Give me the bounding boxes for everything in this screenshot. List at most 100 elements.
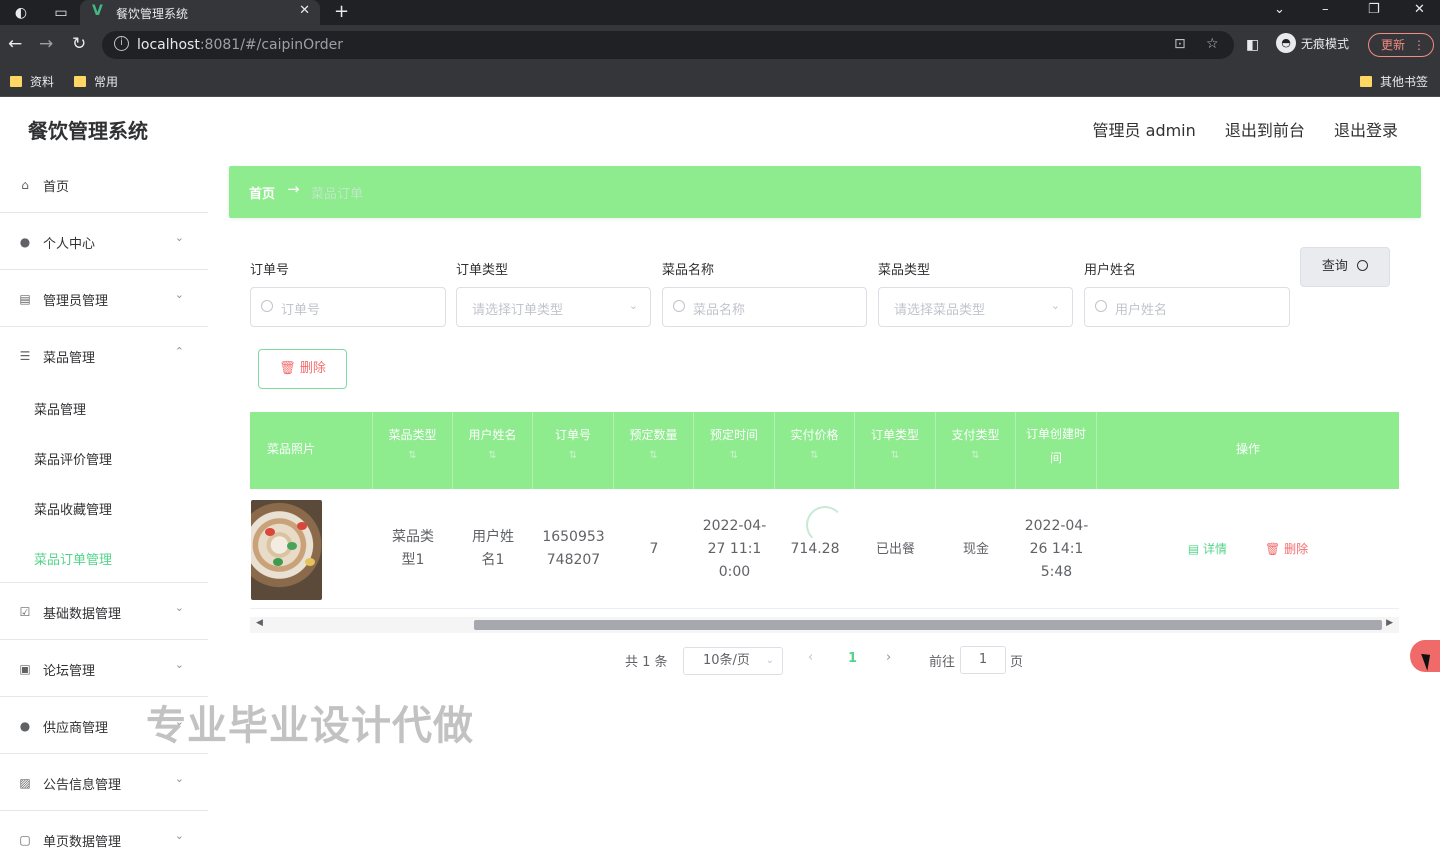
page-size-select[interactable]: 10条/页 ⌄ (683, 647, 783, 675)
sidebar-subitem-dish-manage[interactable]: 菜品管理 (0, 383, 208, 433)
dish-name-label: 菜品名称 (662, 263, 715, 278)
tab-title: 餐饮管理系统 (116, 7, 189, 21)
breadcrumb-current: 菜品订单 (311, 187, 364, 202)
cell-order-no: 1650953748207 (542, 529, 605, 568)
column-header[interactable]: 菜品类型 ⇅ (373, 412, 453, 489)
detail-link[interactable]: ▤ 详情 (1188, 538, 1227, 561)
folder-icon (74, 76, 86, 87)
cell-reserve-time: 2022-04-27 11:10:00 (702, 517, 767, 580)
sidebar-item-forum[interactable]: ▣ 论坛管理 ⌄ (0, 640, 208, 697)
sidebar-subitem-dish-review[interactable]: 菜品评价管理 (0, 433, 208, 483)
scroll-left-icon[interactable]: ◀ (256, 618, 263, 628)
logout-link[interactable]: 退出登录 (1334, 121, 1398, 140)
table-horizontal-scrollbar[interactable]: ◀ ▶ (250, 617, 1399, 633)
next-page-icon[interactable]: › (886, 650, 891, 665)
batch-delete-button[interactable]: 🗑 删除 (258, 349, 347, 389)
dish-name-input[interactable]: 菜品名称 (662, 287, 867, 327)
globe-icon[interactable]: ◐ (12, 4, 30, 22)
briefcase-icon: ▣ (19, 662, 31, 676)
scroll-right-icon[interactable]: ▶ (1386, 618, 1393, 628)
url-field[interactable]: i localhost:8081/#/caipinOrder ⊡ ☆ (102, 31, 1234, 59)
cell-create-time: 2022-04-26 14:15:48 (1024, 517, 1089, 580)
page-number-current[interactable]: 1 (848, 651, 857, 666)
sidebar-item-dishes[interactable]: ☰ 菜品管理 ⌃ (0, 327, 208, 384)
top-nav-links: 管理员 admin 退出到前台 退出登录 (1069, 117, 1398, 141)
chevron-down-icon: ⌄ (174, 772, 184, 785)
cell-order-type: 已出餐 (875, 541, 915, 557)
sidebar-subitem-dish-order[interactable]: 菜品订单管理 (0, 533, 208, 583)
column-header[interactable]: 订单类型 ⇅ (855, 412, 936, 489)
column-header[interactable]: 订单号 ⇅ (533, 412, 614, 489)
breadcrumb-home[interactable]: 首页 (249, 183, 275, 202)
translate-icon[interactable]: ⊡ (1174, 36, 1186, 52)
bookmark-folder-2[interactable]: 常用 (74, 73, 118, 90)
browser-tab-bar: ◐ ▭ V 餐饮管理系统 ✕ + ⌄ – ❐ ✕ (0, 0, 1440, 25)
sidebar-subitem-dish-favorite[interactable]: 菜品收藏管理 (0, 483, 208, 533)
pagination-total: 共 1 条 (625, 655, 668, 670)
more-menu-icon: ⋮ (1413, 38, 1425, 52)
dish-type-label: 菜品类型 (878, 263, 931, 278)
chevron-down-icon: ⌄ (174, 658, 184, 671)
sidebar-item-admins[interactable]: ▤ 管理员管理 ⌄ (0, 270, 208, 327)
user-name-input[interactable]: 用户姓名 (1084, 287, 1290, 327)
update-button[interactable]: 更新 ⋮ (1368, 33, 1434, 57)
scrollbar-thumb[interactable] (474, 620, 1382, 630)
chevron-down-icon: ⌄ (628, 299, 638, 312)
chevron-down-icon: ⌄ (174, 829, 184, 842)
search-icon (1095, 300, 1107, 312)
close-tab-icon[interactable]: ✕ (299, 3, 310, 18)
search-icon (1357, 260, 1369, 271)
goto-page-input[interactable]: 1 (960, 646, 1006, 674)
chevron-down-icon: ⌄ (765, 655, 774, 666)
back-icon[interactable]: ← (8, 34, 22, 54)
table-header: 菜品照片 菜品类型 ⇅ 用户姓名 ⇅ 订单号 ⇅ 预定数量 ⇅ 预定时间 ⇅ 实付价格 ⇅ … (250, 412, 1399, 489)
sidebar-item-single-page[interactable]: ▢ 单页数据管理 ⌄ (0, 811, 208, 848)
bookmarks-bar: 资料 常用 其他书签 (0, 65, 1440, 97)
sidebar-item-notice[interactable]: ▨ 公告信息管理 ⌄ (0, 754, 208, 811)
order-no-input[interactable]: 订单号 (250, 287, 446, 327)
sidebar-item-home[interactable]: ⌂ 首页 (0, 156, 208, 213)
sidebar-item-basic-data[interactable]: ☑ 基础数据管理 ⌄ (0, 583, 208, 640)
column-header[interactable]: 实付价格 ⇅ (775, 412, 855, 489)
folder-icon (1360, 76, 1372, 87)
column-header[interactable]: 预定数量 ⇅ (614, 412, 694, 489)
browser-tab[interactable]: V 餐饮管理系统 ✕ (80, 0, 320, 25)
column-header[interactable]: 预定时间 ⇅ (694, 412, 775, 489)
new-tab-icon[interactable]: + (334, 1, 349, 22)
close-window-icon[interactable]: ✕ (1414, 2, 1425, 17)
other-bookmarks[interactable]: 其他书签 (1360, 73, 1428, 90)
tab-search-icon[interactable]: ⌄ (1274, 2, 1285, 17)
column-header[interactable]: 支付类型 ⇅ (936, 412, 1016, 489)
page-suffix-label: 页 (1010, 655, 1024, 670)
prev-page-icon[interactable]: ‹ (808, 650, 813, 665)
sidebar-item-profile[interactable]: ● 个人中心 ⌄ (0, 213, 208, 270)
user-icon: ● (19, 235, 31, 249)
bookmark-star-icon[interactable]: ☆ (1206, 36, 1219, 52)
reload-icon[interactable]: ↻ (72, 34, 86, 54)
chevron-down-icon: ⌄ (174, 231, 184, 244)
column-header[interactable]: 菜品照片 (250, 412, 373, 489)
restore-icon[interactable]: ❐ (1368, 2, 1380, 17)
forward-icon[interactable]: → (39, 34, 53, 54)
column-header[interactable]: 订单创建时间 (1016, 412, 1097, 489)
dish-photo (251, 500, 322, 600)
cell-user-name: 用户姓名1 (472, 529, 514, 568)
query-button[interactable]: 查询 (1300, 247, 1390, 287)
trash-icon: 🗑 (1265, 541, 1285, 556)
arrow-right-icon: → (287, 180, 300, 198)
dish-type-select[interactable]: 请选择菜品类型 ⌄ (878, 287, 1073, 327)
incognito-indicator[interactable]: ◓ 无痕模式 (1276, 33, 1349, 53)
cell-pay-type: 现金 (962, 541, 989, 557)
column-header[interactable]: 用户姓名 ⇅ (453, 412, 533, 489)
tab-list-icon[interactable]: ▭ (52, 4, 70, 22)
minimize-icon[interactable]: – (1322, 2, 1329, 17)
browser-address-bar: ← → ↻ i localhost:8081/#/caipinOrder ⊡ ☆… (0, 25, 1440, 65)
chevron-up-icon: ⌃ (174, 345, 184, 358)
bookmark-folder-1[interactable]: 资料 (10, 73, 54, 90)
site-info-icon[interactable]: i (114, 36, 129, 51)
order-type-select[interactable]: 请选择订单类型 ⌄ (456, 287, 651, 327)
vue-logo-icon: V (92, 3, 103, 19)
row-delete-link[interactable]: 🗑 删除 (1265, 538, 1308, 561)
to-front-link[interactable]: 退出到前台 (1225, 121, 1305, 140)
sidebar-toggle-icon[interactable]: ◧ (1246, 37, 1259, 53)
